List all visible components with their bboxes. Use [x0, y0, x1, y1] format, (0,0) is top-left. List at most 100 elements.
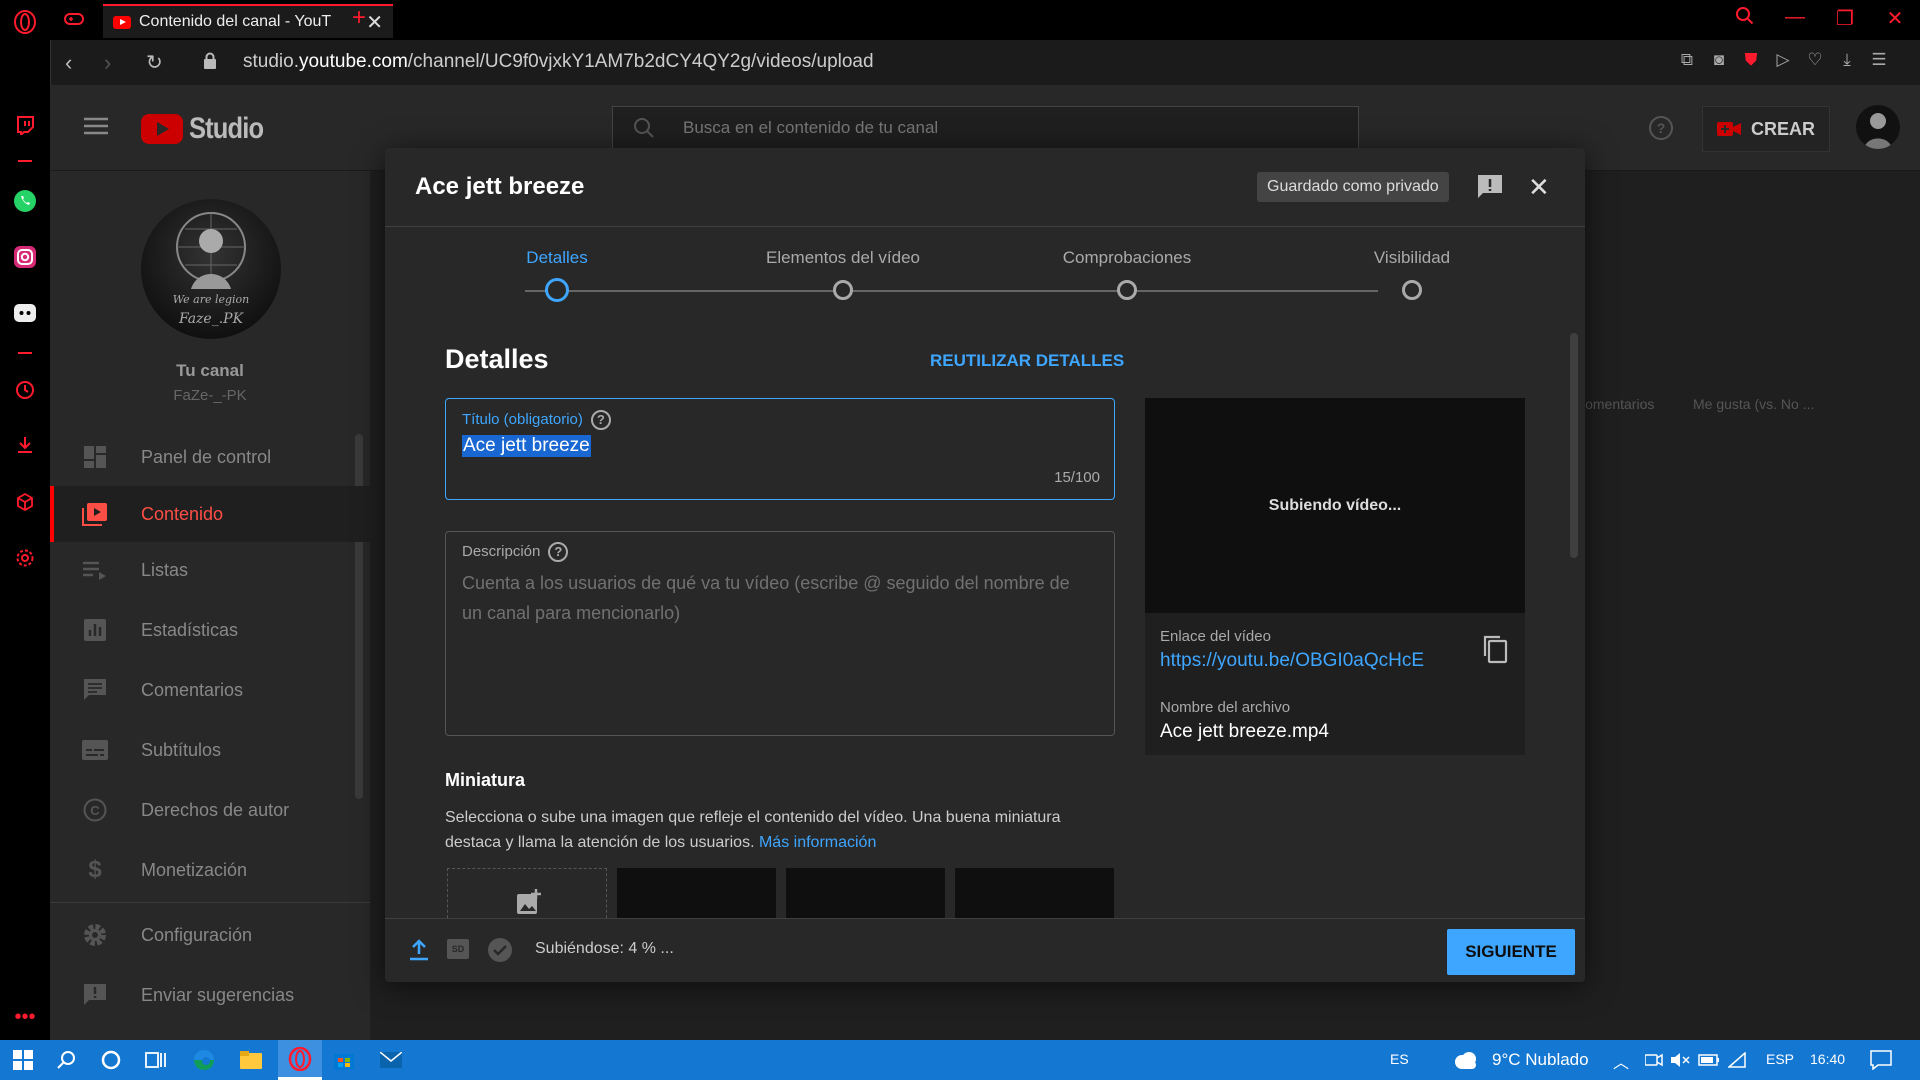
gamepad-icon[interactable] [63, 10, 85, 33]
video-link-label: Enlace del vídeo [1160, 628, 1271, 645]
store-icon[interactable] [331, 1047, 357, 1073]
input-language[interactable]: ESP [1766, 1051, 1794, 1067]
clock[interactable]: 16:40 [1810, 1051, 1845, 1067]
sidebar-item-dashboard[interactable]: Panel de control [50, 429, 370, 485]
opera-taskbar-button[interactable] [278, 1040, 322, 1080]
step-dot[interactable] [1117, 280, 1137, 300]
sidebar-item-feedback[interactable]: Enviar sugerencias [50, 967, 370, 1023]
reload-icon[interactable]: ↻ [146, 50, 163, 75]
title-field[interactable]: Título (obligatorio)? Ace jett breeze 15… [445, 398, 1115, 500]
settings-icon[interactable] [12, 545, 38, 571]
volume-muted-icon[interactable] [1667, 1047, 1693, 1073]
step-dot[interactable] [833, 280, 853, 300]
search-input[interactable]: Busca en el contenido de tu canal [612, 106, 1359, 150]
search-tabs-icon[interactable] [1730, 6, 1760, 34]
close-tab-icon[interactable]: ✕ [366, 10, 383, 35]
downloads-icon[interactable] [12, 432, 38, 458]
help-icon[interactable]: ? [1648, 115, 1674, 146]
language-indicator[interactable]: ES [1390, 1051, 1409, 1067]
wifi-icon[interactable] [1724, 1047, 1750, 1073]
dialog-scrollbar[interactable] [1570, 333, 1578, 558]
url-field[interactable]: studio.youtube.com/channel/UC9f0vjxkY1AM… [243, 51, 874, 73]
upload-thumbnail-button[interactable] [447, 868, 607, 918]
sidebar-item-subtitles[interactable]: Subtítulos [50, 722, 370, 778]
history-icon[interactable] [12, 377, 38, 403]
twitch-icon[interactable] [12, 112, 38, 138]
sidebar-item-label: Estadísticas [141, 619, 239, 640]
opera-logo-icon[interactable] [12, 9, 38, 35]
search-icon[interactable] [54, 1047, 80, 1073]
camera-icon[interactable]: ◙ [1708, 50, 1730, 72]
snap-icon[interactable]: ⧉ [1676, 50, 1698, 72]
close-window-icon[interactable]: ✕ [1880, 6, 1910, 34]
file-explorer-icon[interactable] [238, 1047, 264, 1073]
report-issue-icon[interactable] [1477, 174, 1503, 205]
step-checks[interactable]: Comprobaciones [1063, 248, 1192, 268]
help-icon[interactable]: ? [590, 410, 611, 430]
sidebar-item-comments[interactable]: Comentarios [50, 662, 370, 718]
copy-icon[interactable] [1482, 634, 1508, 669]
more-icon[interactable]: ••• [12, 1004, 38, 1030]
auto-thumbnail-1[interactable] [617, 868, 776, 918]
sidebar-item-playlists[interactable]: Listas [50, 542, 370, 598]
windows-start-icon[interactable] [10, 1047, 36, 1073]
send-icon[interactable]: ▷ [1772, 50, 1794, 72]
instagram-icon[interactable] [12, 244, 38, 270]
dialog-footer: SD Subiéndose: 4 % ... SIGUIENTE [385, 918, 1585, 982]
next-button[interactable]: SIGUIENTE [1447, 929, 1575, 975]
new-tab-icon[interactable]: + [352, 4, 366, 32]
video-link[interactable]: https://youtu.be/OBGI0aQcHcE [1160, 650, 1424, 672]
step-dot-active[interactable] [545, 278, 569, 302]
minimize-icon[interactable]: — [1780, 6, 1810, 34]
restore-icon[interactable]: ❐ [1830, 6, 1860, 34]
section-title: Detalles [445, 344, 549, 374]
auto-thumbnail-2[interactable] [786, 868, 945, 918]
cortana-icon[interactable] [98, 1047, 124, 1073]
task-view-icon[interactable] [143, 1047, 169, 1073]
back-icon[interactable]: ‹ [65, 50, 72, 76]
sidebar-item-content[interactable]: Contenido [50, 486, 370, 542]
battery-icon[interactable] [1696, 1047, 1722, 1073]
forward-icon[interactable]: › [104, 50, 111, 76]
cloud-icon [1452, 1047, 1478, 1073]
whatsapp-icon[interactable] [12, 188, 38, 214]
discord-icon[interactable] [12, 300, 38, 326]
sidebar-item-monetization[interactable]: $ Monetización [50, 842, 370, 898]
content-icon [82, 501, 108, 527]
notifications-icon[interactable] [1868, 1047, 1894, 1073]
close-dialog-icon[interactable]: ✕ [1528, 172, 1550, 203]
monetization-icon: $ [88, 856, 102, 883]
title-input-value[interactable]: Ace jett breeze [462, 435, 591, 457]
heart-icon[interactable]: ♡ [1804, 50, 1826, 72]
browser-tab[interactable]: Contenido del canal - YouT ✕ [103, 4, 393, 38]
channel-avatar[interactable]: We are legion Faze_.PK [141, 199, 281, 339]
account-avatar[interactable] [1856, 105, 1900, 149]
meet-now-icon[interactable] [1641, 1047, 1667, 1073]
edge-icon[interactable] [191, 1047, 217, 1073]
subtitles-icon [82, 737, 108, 763]
easy-setup-icon[interactable]: ☰ [1868, 50, 1890, 72]
step-visibility[interactable]: Visibilidad [1374, 248, 1450, 268]
description-placeholder[interactable]: Cuenta a los usuarios de qué va tu vídeo… [462, 568, 1092, 628]
analytics-icon [82, 617, 108, 643]
reuse-details-button[interactable]: REUTILIZAR DETALLES [930, 351, 1124, 371]
tray-chevron-icon[interactable]: ︿ [1613, 1049, 1629, 1073]
mail-icon[interactable] [378, 1047, 404, 1073]
sidebar-item-copyright[interactable]: C Derechos de autor [50, 782, 370, 838]
description-field[interactable]: Descripción? Cuenta a los usuarios de qu… [445, 531, 1115, 736]
create-button[interactable]: CREAR [1702, 106, 1830, 152]
download-icon[interactable]: ⤓ [1836, 50, 1858, 72]
studio-logo[interactable]: Studio [141, 112, 276, 146]
extensions-icon[interactable] [12, 489, 38, 515]
sidebar-item-settings[interactable]: Configuración [50, 907, 370, 963]
more-info-link[interactable]: Más información [759, 834, 876, 851]
step-details[interactable]: Detalles [526, 248, 587, 268]
step-video-elements[interactable]: Elementos del vídeo [766, 248, 920, 268]
weather-text[interactable]: 9°C Nublado [1492, 1050, 1589, 1070]
step-dot[interactable] [1402, 280, 1422, 300]
sidebar-item-analytics[interactable]: Estadísticas [50, 602, 370, 658]
help-icon[interactable]: ? [548, 542, 569, 562]
adblock-shield-icon[interactable]: ⛊ [1740, 50, 1762, 72]
hamburger-icon[interactable] [84, 117, 108, 140]
auto-thumbnail-3[interactable] [955, 868, 1114, 918]
